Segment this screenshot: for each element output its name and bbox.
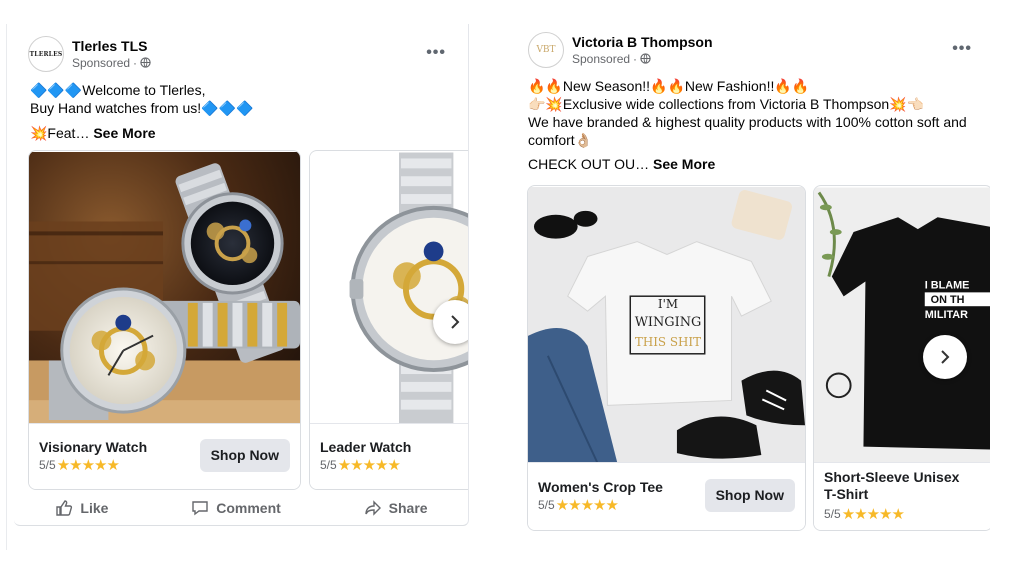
see-more-link[interactable]: See More [93,125,155,141]
star-rating-icon: ★★★★★ [555,497,619,514]
product-title-line: T-Shirt [824,486,869,502]
like-label: Like [80,500,109,516]
post-text-truncated: 💥Feat… See More [30,124,253,142]
sponsored-text: Sponsored [72,55,131,70]
rating-value: 5/5 [824,507,841,521]
comment-label: Comment [216,500,281,516]
shirt-print-text: ON TH [931,294,965,306]
card-footer: Leader Watch 5/5 ★★★★★ [310,423,468,489]
product-rating: 5/5 ★★★★★ [824,505,905,523]
star-rating-icon: ★★★★★ [56,457,120,474]
globe-icon [640,53,651,64]
post-text-line: CHECK OUT OU… [528,156,650,172]
post-text-line: comfort👌🏼 [528,132,593,148]
rating-value: 5/5 [39,458,56,472]
thumbs-up-icon [56,500,73,516]
watch-product-image[interactable] [29,151,300,425]
see-more-link[interactable]: See More [653,156,715,172]
product-rating: 5/5 ★★★★★ [320,456,401,474]
share-button[interactable]: Share [364,499,428,517]
tshirt-product-image[interactable]: I BLAME ON TH MILITAR [814,186,990,464]
shop-now-button[interactable]: Shop Now [704,479,795,512]
page-name[interactable]: Tlerles TLS [72,38,151,55]
more-options-icon[interactable]: ••• [426,44,446,62]
page-avatar[interactable]: TLERLES [28,36,64,72]
like-button[interactable]: Like [55,499,108,517]
rating-value: 5/5 [538,498,555,512]
product-title-line: Short-Sleeve Unisex [824,469,960,485]
shirt-print-text: MILITAR [925,309,968,321]
chevron-right-icon [941,350,950,364]
product-title[interactable]: Visionary Watch [39,439,147,456]
star-rating-icon: ★★★★★ [337,457,401,474]
post-text-line: 👉🏻💥Exclusive wide collections from Victo… [528,96,925,112]
comment-button[interactable]: Comment [191,499,281,517]
sponsored-text: Sponsored [572,51,631,66]
post-text-line: 💥Feat… [30,125,90,141]
post-text: 🔷🔷🔷Welcome to Tlerles, Buy Hand watches … [30,81,253,142]
share-label: Share [388,500,428,516]
carousel-next-button[interactable] [923,335,967,379]
globe-icon [140,57,151,68]
page-name[interactable]: Victoria B Thompson [572,34,713,51]
chevron-right-icon [451,315,460,329]
more-options-icon[interactable]: ••• [952,40,972,58]
product-rating: 5/5 ★★★★★ [538,496,619,514]
product-carousel[interactable]: I'M WINGING THIS SHIT Women's Crop Tee 5… [527,185,990,531]
carousel-card[interactable]: I'M WINGING THIS SHIT Women's Crop Tee 5… [527,185,806,531]
star-rating-icon: ★★★★★ [841,506,905,523]
tshirt-product-image[interactable]: I'M WINGING THIS SHIT [528,186,805,464]
product-title[interactable]: Women's Crop Tee [538,479,663,496]
card-footer: Women's Crop Tee 5/5 ★★★★★ Shop Now [528,462,805,530]
card-footer: Visionary Watch 5/5 ★★★★★ Shop Now [29,423,300,489]
product-title[interactable]: Leader Watch [320,439,411,456]
comment-icon [192,501,208,516]
share-icon [364,500,381,516]
post-text-line: We have branded & highest quality produc… [528,114,967,130]
sponsored-label: Sponsored · [72,55,151,71]
product-carousel[interactable]: Visionary Watch 5/5 ★★★★★ Shop Now Leade… [28,150,468,490]
product-title[interactable]: Short-Sleeve Unisex T-Shirt [824,469,959,503]
card-footer: Short-Sleeve Unisex T-Shirt 5/5 ★★★★★ [814,462,990,530]
post-text-line: 🔷🔷🔷Welcome to Tlerles, [30,82,206,98]
sponsored-label: Sponsored · [572,51,713,67]
post-text-truncated: CHECK OUT OU… See More [528,155,978,173]
product-rating: 5/5 ★★★★★ [39,456,120,474]
post-text-line: Buy Hand watches from us!🔷🔷🔷 [30,100,254,116]
post-actions: Like Comment Share [14,494,469,522]
shirt-print-text: WINGING [635,315,702,330]
page-avatar[interactable]: VBT [528,32,564,68]
shirt-print-text: I'M [658,297,678,311]
ad-post-tlerles: TLERLES Tlerles TLS Sponsored · ••• 🔷🔷🔷W… [6,24,469,550]
carousel-card[interactable]: Visionary Watch 5/5 ★★★★★ Shop Now [28,150,301,490]
shirt-print-text: THIS SHIT [635,335,701,349]
rating-value: 5/5 [320,458,337,472]
post-header: TLERLES Tlerles TLS Sponsored · [28,36,151,72]
post-header: VBT Victoria B Thompson Sponsored · [528,32,713,68]
watch-product-image[interactable] [310,151,468,425]
post-text: 🔥🔥New Season!!🔥🔥New Fashion!!🔥🔥 👉🏻💥Exclu… [528,77,978,173]
ad-post-victoria: VBT Victoria B Thompson Sponsored · ••• … [520,20,990,540]
shirt-print-text: I BLAME [925,279,970,291]
shop-now-button[interactable]: Shop Now [199,439,290,472]
post-text-line: 🔥🔥New Season!!🔥🔥New Fashion!!🔥🔥 [528,78,810,94]
